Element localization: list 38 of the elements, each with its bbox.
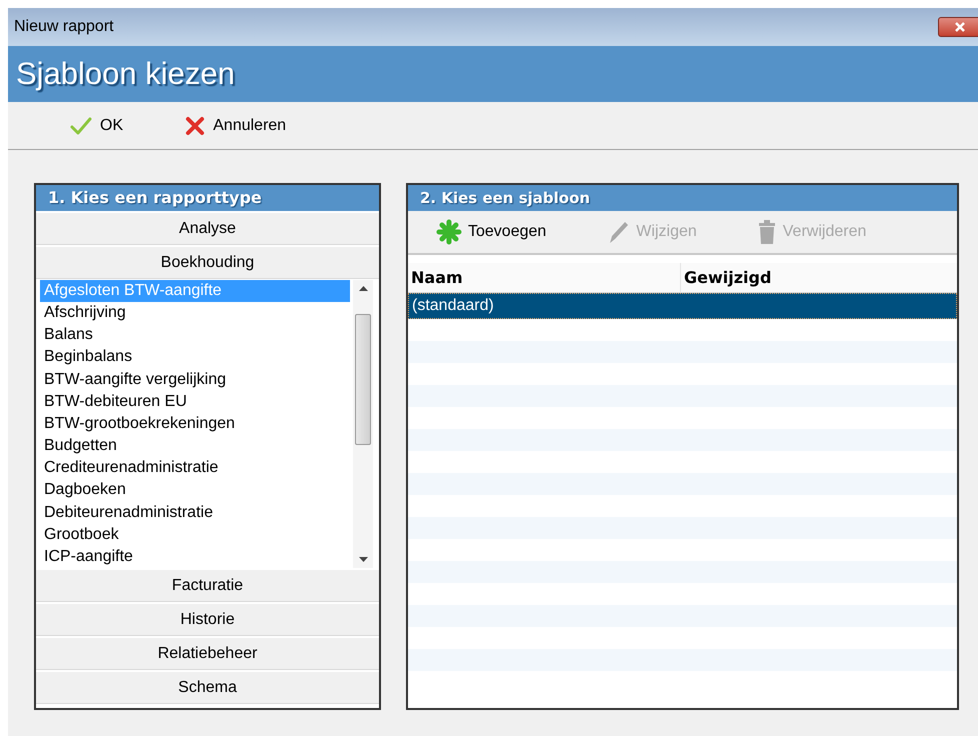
trash-icon [756, 219, 777, 245]
ok-button[interactable]: OK [70, 114, 124, 138]
table-row[interactable]: (standaard) [408, 293, 957, 319]
report-type-item[interactable]: Afschrijving [40, 302, 350, 324]
category-header[interactable]: Boekhouding [36, 245, 379, 279]
report-type-item[interactable]: BTW-aangifte vergelijking [40, 368, 350, 391]
report-type-item[interactable]: Dagboeken [40, 479, 350, 502]
scroll-down-icon [358, 557, 368, 562]
panel-title: 1. Kies een rapporttype [36, 185, 379, 211]
scrollbar[interactable] [353, 280, 373, 568]
add-button[interactable]: Toevoegen [436, 219, 546, 245]
close-icon [185, 116, 206, 136]
report-type-item[interactable]: Budgetten [40, 435, 350, 458]
category-header[interactable]: Schema [36, 670, 379, 704]
scroll-thumb[interactable] [355, 314, 371, 444]
column-header[interactable]: Gewijzigd [681, 263, 957, 292]
category-header[interactable]: Relatiebeheer [36, 636, 379, 670]
category-header[interactable]: Historie [36, 602, 379, 636]
report-type-item[interactable]: ICP-aangifte [40, 546, 350, 568]
dialog-heading: Sjabloon kiezen [16, 54, 235, 93]
close-icon [955, 22, 965, 32]
panel-title: 2. Kies een sjabloon [408, 185, 957, 211]
report-type-item[interactable]: BTW-debiteuren EU [40, 390, 350, 413]
category-header[interactable]: Facturatie [36, 568, 379, 602]
column-header[interactable]: Naam [408, 263, 681, 292]
cancel-button[interactable]: Annuleren [185, 114, 286, 138]
window-title: Nieuw rapport [14, 17, 114, 37]
category-header[interactable]: Analyse [36, 211, 379, 245]
report-type-item[interactable]: Beginbalans [40, 346, 350, 369]
report-type-item[interactable]: Grootboek [40, 524, 350, 546]
report-type-item[interactable]: Crediteurenadministratie [40, 457, 350, 480]
report-type-item[interactable]: BTW-grootboekrekeningen [40, 412, 350, 436]
asterisk-icon [436, 219, 462, 245]
checkmark-icon [70, 116, 92, 134]
report-type-item[interactable]: Balans [40, 324, 350, 346]
scroll-up-icon [358, 286, 368, 291]
close-button[interactable] [938, 17, 978, 37]
report-type-item[interactable]: Debiteurenadministratie [40, 502, 350, 524]
